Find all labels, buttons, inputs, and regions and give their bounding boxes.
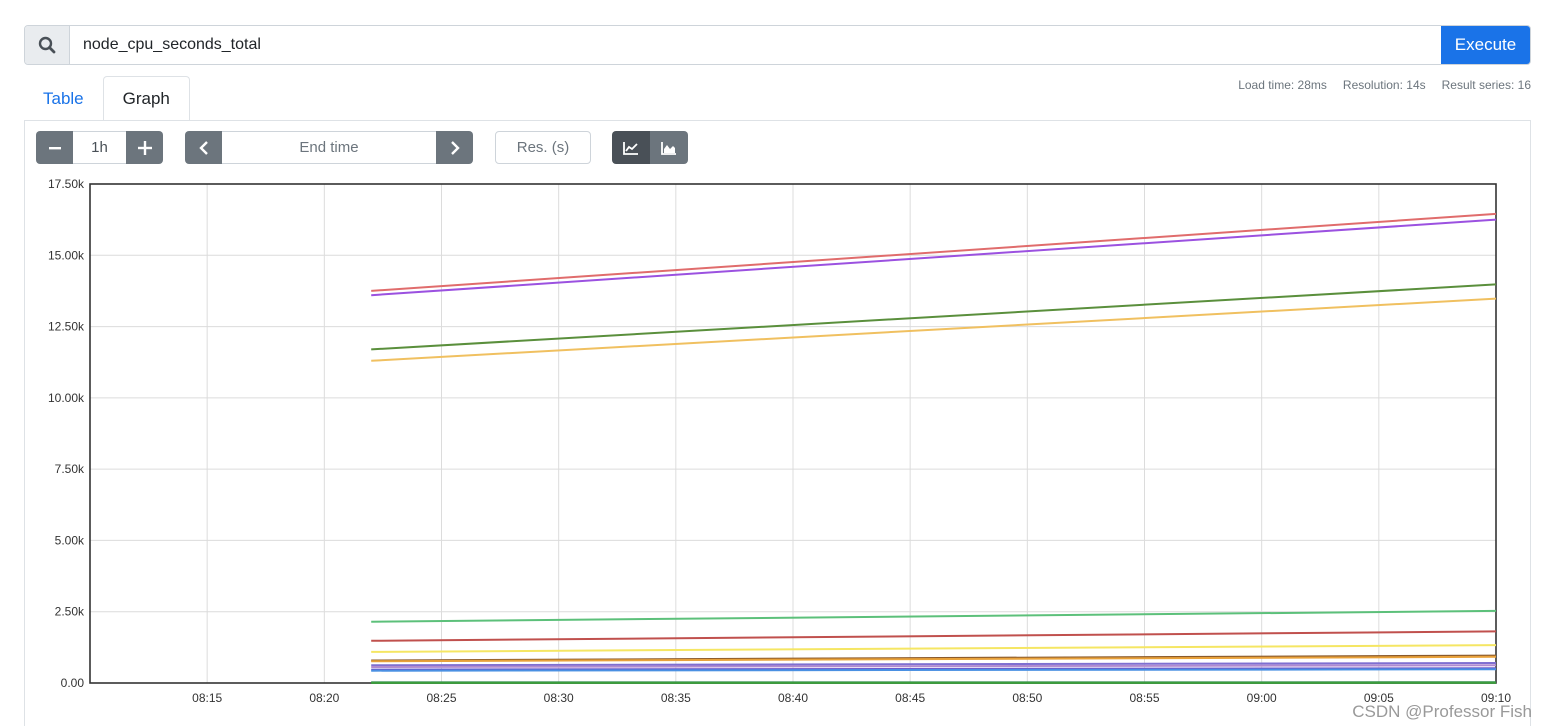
series-line — [371, 668, 1497, 672]
query-stats: Load time: 28ms Resolution: 14s Result s… — [1238, 78, 1531, 92]
end-time-control: End time — [185, 131, 473, 164]
chart-mode-toggle — [612, 131, 688, 164]
x-tick-label: 08:15 — [192, 691, 222, 705]
x-tick-label: 08:30 — [544, 691, 574, 705]
series-line — [371, 630, 1497, 642]
range-input[interactable]: 1h — [73, 131, 126, 164]
y-tick-label: 2.50k — [55, 605, 85, 619]
y-tick-label: 17.50k — [48, 177, 85, 191]
resolution-text: Resolution: 14s — [1342, 78, 1426, 92]
line-chart-icon — [623, 141, 638, 155]
expression-input[interactable] — [70, 26, 1441, 64]
range-control: 1h — [36, 131, 163, 164]
tab-table[interactable]: Table — [24, 77, 103, 121]
query-bar: Execute — [24, 25, 1531, 65]
x-tick-label: 08:20 — [309, 691, 339, 705]
x-tick-label: 08:40 — [778, 691, 808, 705]
minus-icon — [48, 146, 61, 149]
chevron-left-icon — [198, 140, 208, 155]
series-line — [371, 297, 1497, 362]
load-time-text: Load time: 28ms — [1238, 78, 1327, 92]
watermark-text: CSDN @Professor Fish — [1352, 702, 1532, 721]
end-time-back-button[interactable] — [185, 131, 222, 164]
series-line — [371, 609, 1497, 623]
result-tabs: Table Graph — [24, 76, 190, 121]
x-tick-label: 08:50 — [1012, 691, 1042, 705]
line-chart-button[interactable] — [612, 131, 650, 164]
y-tick-label: 15.00k — [48, 248, 85, 262]
x-tick-label: 09:00 — [1247, 691, 1277, 705]
x-tick-label: 08:55 — [1129, 691, 1159, 705]
y-tick-label: 12.50k — [48, 320, 85, 334]
increase-range-button[interactable] — [126, 131, 163, 164]
stacked-chart-button[interactable] — [650, 131, 688, 164]
y-tick-label: 5.00k — [55, 533, 85, 547]
y-tick-label: 0.00 — [61, 676, 85, 690]
area-chart-icon — [661, 141, 676, 155]
decrease-range-button[interactable] — [36, 131, 73, 164]
y-tick-label: 10.00k — [48, 391, 85, 405]
series-line — [371, 283, 1497, 351]
end-time-forward-button[interactable] — [436, 131, 473, 164]
tab-graph[interactable]: Graph — [102, 76, 190, 121]
series-line — [371, 644, 1497, 653]
time-series-chart[interactable]: 0.00 2.50k 5.00k 7.50k 10.00k 12.50k 15.00k 17.… — [0, 170, 1546, 726]
resolution-input[interactable]: Res. (s) — [495, 131, 591, 164]
end-time-input[interactable]: End time — [222, 131, 436, 164]
series-line — [371, 212, 1497, 292]
y-tick-label: 7.50k — [55, 462, 85, 476]
x-tick-label: 08:35 — [661, 691, 691, 705]
search-icon — [25, 26, 70, 64]
plus-icon — [137, 140, 152, 155]
chevron-right-icon — [450, 140, 460, 155]
series-line — [371, 218, 1497, 297]
execute-button[interactable]: Execute — [1441, 26, 1530, 64]
result-series-text: Result series: 16 — [1441, 78, 1531, 92]
x-tick-label: 08:45 — [895, 691, 925, 705]
x-tick-label: 08:25 — [426, 691, 456, 705]
